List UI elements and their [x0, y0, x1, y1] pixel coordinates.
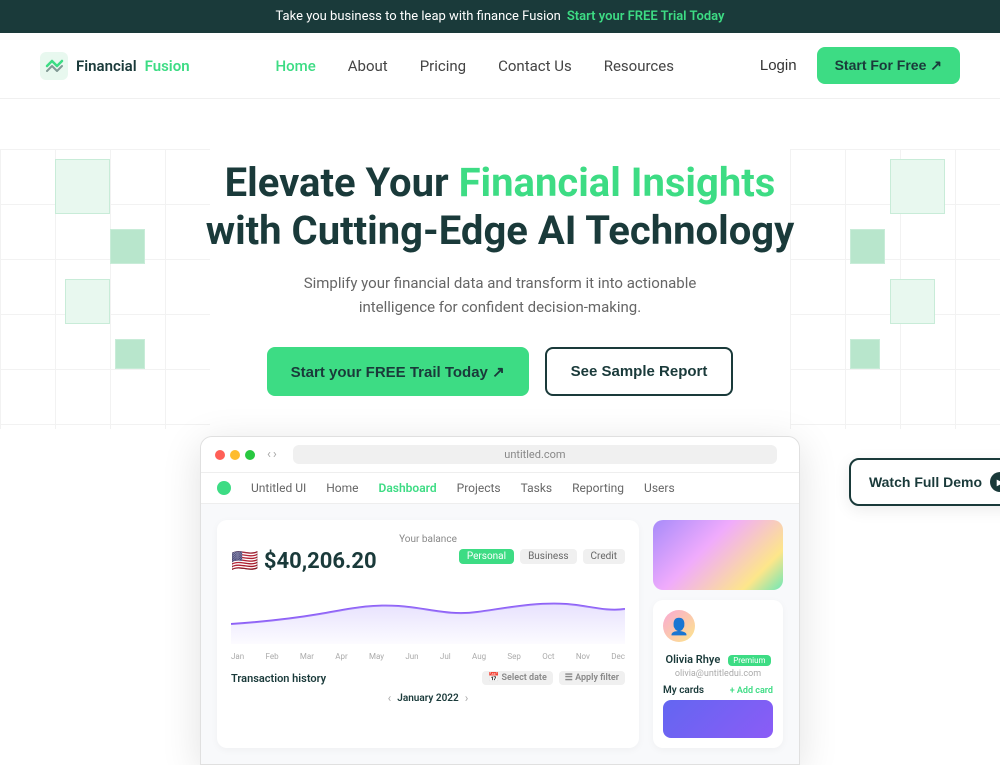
pagination-next[interactable]: › [465, 691, 469, 705]
app-nav-home[interactable]: Home [326, 481, 358, 495]
balance-tab-personal[interactable]: Personal [459, 549, 514, 564]
tl-yellow [230, 450, 240, 460]
hero-cta-primary[interactable]: Start your FREE Trail Today ↗ [267, 347, 529, 396]
profile-name-row: Olivia Rhye Premium [663, 648, 773, 667]
hero-subtitle: Simplify your financial data and transfo… [290, 271, 710, 319]
add-card-btn[interactable]: + Add card [730, 686, 773, 696]
tl-red [215, 450, 225, 460]
nav-contact[interactable]: Contact Us [498, 57, 572, 75]
hero-title: Elevate Your Financial Insights with Cut… [40, 159, 960, 255]
pagination-row: ‹ January 2022 › [231, 691, 625, 705]
hero-title-prefix: Elevate Your [225, 159, 459, 206]
profile-email: olivia@untitledui.com [663, 669, 773, 679]
banner-text: Take you business to the leap with finan… [276, 9, 561, 24]
content-right: 👤 Olivia Rhye Premium olivia@untitledui.… [653, 520, 783, 748]
app-nav-tasks[interactable]: Tasks [521, 481, 553, 495]
logo: Financial Fusion [40, 52, 190, 80]
arrow-left: ‹ [267, 447, 271, 462]
nav-resources[interactable]: Resources [604, 57, 674, 75]
watch-demo-label: Watch Full Demo [869, 474, 982, 490]
pagination-month: January 2022 [397, 693, 458, 704]
logo-icon [40, 52, 68, 80]
app-nav-users[interactable]: Users [644, 481, 675, 495]
window-nav-arrows: ‹ › [267, 447, 277, 462]
app-logo-dot [217, 481, 231, 495]
logo-text-financial: Financial [76, 57, 137, 75]
nav-about[interactable]: About [348, 57, 388, 75]
select-date[interactable]: 📅 Select date [482, 671, 553, 685]
watch-demo-button[interactable]: Watch Full Demo ▶ [849, 458, 1000, 506]
app-nav-untitled[interactable]: Untitled UI [251, 481, 306, 495]
mini-chart [231, 584, 625, 644]
hero-cta-secondary[interactable]: See Sample Report [545, 347, 734, 396]
hero-cta: Start your FREE Trail Today ↗ See Sample… [40, 347, 960, 396]
balance-amount: 🇺🇸 $40,206.20 [231, 549, 377, 574]
chart-svg [231, 584, 625, 644]
arrow-right: › [273, 447, 277, 462]
balance-label: Your balance [231, 534, 625, 545]
apply-filter[interactable]: ☰ Apply filter [559, 671, 625, 685]
navbar-right: Login Start For Free ↗ [760, 47, 960, 84]
login-button[interactable]: Login [760, 57, 797, 74]
window-url-bar: untitled.com [293, 445, 777, 464]
top-banner: Take you business to the leap with finan… [0, 0, 1000, 33]
balance-value: $40,206.20 [264, 549, 377, 574]
transaction-section: Transaction history 📅 Select date ☰ Appl… [231, 671, 625, 705]
tl-green [245, 450, 255, 460]
balance-tab-credit[interactable]: Credit [583, 549, 625, 564]
navbar: Financial Fusion Home About Pricing Conta… [0, 33, 1000, 99]
hero-section: Elevate Your Financial Insights with Cut… [0, 99, 1000, 765]
start-free-button[interactable]: Start For Free ↗ [817, 47, 960, 84]
profile-badge: Premium [728, 655, 770, 666]
nav-home[interactable]: Home [275, 57, 315, 75]
my-cards-row: My cards + Add card [663, 685, 773, 696]
profile-card: 👤 Olivia Rhye Premium olivia@untitledui.… [653, 600, 783, 748]
app-content: Your balance 🇺🇸 $40,206.20 Personal Busi… [201, 504, 799, 764]
hero-title-highlight: Financial Insights [459, 159, 776, 206]
logo-text-fusion: Fusion [145, 57, 190, 75]
banner-cta[interactable]: Start your FREE Trial Today [567, 9, 725, 24]
window-titlebar: ‹ › untitled.com [201, 437, 799, 473]
transaction-title: Transaction history 📅 Select date ☰ Appl… [231, 671, 625, 685]
deco-square-3 [65, 279, 110, 324]
dashboard-preview: ‹ › untitled.com Untitled UI Home Dashbo… [200, 436, 800, 765]
nav-pricing[interactable]: Pricing [420, 57, 466, 75]
profile-avatar: 👤 [663, 610, 695, 642]
colorful-card [653, 520, 783, 590]
nav-links: Home About Pricing Contact Us Resources [275, 56, 674, 75]
play-icon: ▶ [990, 472, 1000, 492]
app-nav-projects[interactable]: Projects [457, 481, 501, 495]
balance-tabs: Personal Business Credit [459, 549, 625, 564]
content-left: Your balance 🇺🇸 $40,206.20 Personal Busi… [217, 520, 639, 748]
hero-title-suffix: with Cutting-Edge AI Technology [206, 207, 795, 254]
pagination-prev[interactable]: ‹ [388, 691, 392, 705]
balance-tab-business[interactable]: Business [520, 549, 576, 564]
app-nav-dashboard[interactable]: Dashboard [379, 481, 437, 495]
transaction-title-label: Transaction history [231, 672, 326, 685]
card-bottom [663, 700, 773, 738]
balance-flag: 🇺🇸 [231, 549, 258, 574]
my-cards-label: My cards [663, 685, 704, 696]
traffic-lights [215, 450, 255, 460]
dashboard-window: ‹ › untitled.com Untitled UI Home Dashbo… [200, 436, 800, 765]
dashboard-wrapper: ‹ › untitled.com Untitled UI Home Dashbo… [100, 436, 900, 765]
deco-square-7 [890, 279, 935, 324]
chart-labels: JanFebMarAprMayJun JulAugSepOctNovDec [231, 652, 625, 661]
app-nav: Untitled UI Home Dashboard Projects Task… [201, 473, 799, 504]
app-nav-reporting[interactable]: Reporting [572, 481, 624, 495]
profile-name: Olivia Rhye [665, 653, 720, 666]
